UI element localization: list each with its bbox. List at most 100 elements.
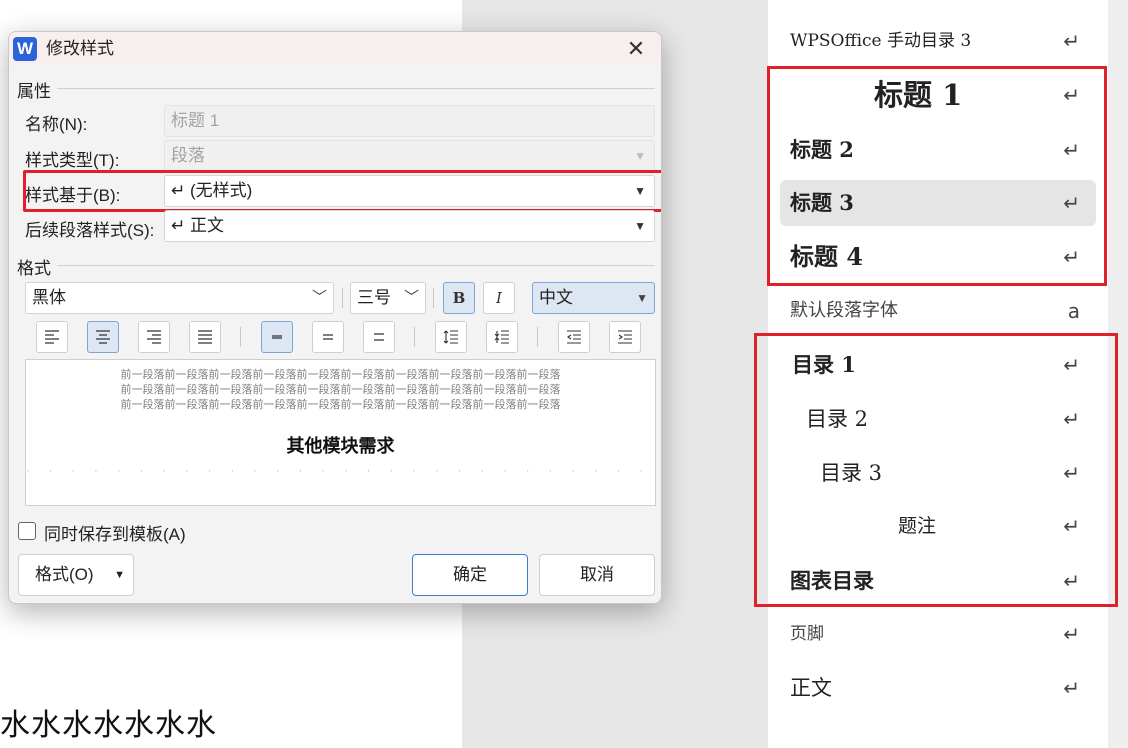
format-menu-button[interactable]: 格式(O) ▼ <box>18 554 134 596</box>
indent-increase-button[interactable] <box>609 321 641 353</box>
style-list-pane: WPSOffice 手动目录 3 ↵ 标题 1 ↵ 标题 2 ↵ 标题 3 ↵ … <box>768 0 1108 748</box>
chevron-down-icon: ﹀ <box>403 289 419 306</box>
single-spacing-button[interactable] <box>261 321 293 353</box>
dropdown-arrow-icon: ▼ <box>114 569 125 581</box>
paragraph-mark-icon: ↵ <box>1063 569 1080 593</box>
italic-icon: I <box>496 289 502 307</box>
align-right-button[interactable] <box>138 321 170 353</box>
character-style-icon: a <box>1067 299 1080 323</box>
preview-previous-paragraph: 前一段落前一段落前一段落前一段落前一段落前一段落前一段落前一段落前一段落前一段落 <box>120 384 561 396</box>
paragraph-mark-icon: ↵ <box>1063 676 1080 700</box>
paragraph-mark-icon: ↵ <box>1063 138 1080 162</box>
preview-previous-paragraph: 前一段落前一段落前一段落前一段落前一段落前一段落前一段落前一段落前一段落前一段落 <box>120 369 561 381</box>
style-item-table-of-figures[interactable]: 图表目录 ↵ <box>780 558 1096 604</box>
align-justify-button[interactable] <box>189 321 221 353</box>
style-item-caption[interactable]: 题注 ↵ <box>780 503 1096 549</box>
style-item-label: 标题 3 <box>790 190 854 215</box>
style-item-heading-3[interactable]: 标题 3 ↵ <box>780 180 1096 226</box>
toolbar-separator <box>414 327 415 347</box>
one-half-spacing-button[interactable] <box>312 321 344 353</box>
style-item-wpsoffice-toc-3[interactable]: WPSOffice 手动目录 3 ↵ <box>780 18 1096 64</box>
style-item-heading-4[interactable]: 标题 4 ↵ <box>780 234 1096 280</box>
dialog-titlebar[interactable]: W 修改样式 ✕ <box>9 32 661 66</box>
close-button[interactable]: ✕ <box>623 36 649 62</box>
chevron-down-icon: ﹀ <box>311 289 327 306</box>
paragraph-mark-icon: ↵ <box>1063 353 1080 377</box>
name-field: 标题 1 <box>164 105 655 137</box>
style-item-label: WPSOffice 手动目录 3 <box>790 31 972 51</box>
script-select[interactable]: 中文 ▼ <box>532 282 655 314</box>
style-item-default-paragraph-font[interactable]: 默认段落字体 a <box>780 288 1096 334</box>
style-item-toc-3[interactable]: 目录 3 ↵ <box>780 450 1096 496</box>
preview-previous-paragraph: 前一段落前一段落前一段落前一段落前一段落前一段落前一段落前一段落前一段落前一段落 <box>120 399 561 411</box>
paragraph-mark-icon: ↵ <box>1063 622 1080 646</box>
spacing-decrease-icon <box>494 330 509 344</box>
cancel-button[interactable]: 取消 <box>539 554 655 596</box>
single-spacing-icon <box>272 335 282 339</box>
dropdown-arrow-icon: ▼ <box>634 149 646 163</box>
style-item-label: 题注 <box>898 515 937 537</box>
font-size-value: 三号 <box>357 288 391 307</box>
script-value: 中文 <box>539 288 573 307</box>
align-center-button[interactable] <box>87 321 119 353</box>
based-on-highlight-box <box>23 170 661 212</box>
bold-icon: B <box>452 289 466 307</box>
double-spacing-button[interactable] <box>363 321 395 353</box>
style-type-select: 段落 ▼ <box>164 140 655 172</box>
style-item-heading-2[interactable]: 标题 2 ↵ <box>780 127 1096 173</box>
style-item-toc-2[interactable]: 目录 2 ↵ <box>780 396 1096 442</box>
style-item-label: 目录 1 <box>792 352 856 377</box>
align-center-icon <box>96 330 110 344</box>
paragraph-mark-icon: ↵ <box>1063 245 1080 269</box>
wps-writer-logo-icon: W <box>13 37 37 61</box>
spacing-decrease-button[interactable] <box>486 321 518 353</box>
style-type-value: 段落 <box>171 146 205 165</box>
name-field-value: 标题 1 <box>171 111 220 130</box>
style-item-normal[interactable]: 正文 ↵ <box>780 665 1096 711</box>
indent-increase-icon <box>618 330 632 344</box>
save-to-template-checkbox[interactable] <box>18 522 36 540</box>
style-item-label: 标题 1 <box>874 78 963 112</box>
format-section-header: 格式 <box>17 259 51 278</box>
ok-button[interactable]: 确定 <box>412 554 528 596</box>
style-item-heading-1[interactable]: 标题 1 ↵ <box>780 72 1096 118</box>
style-item-label: 页脚 <box>790 624 824 644</box>
font-size-select[interactable]: 三号 ﹀ <box>350 282 426 314</box>
style-item-label: 标题 2 <box>790 137 854 162</box>
font-select[interactable]: 黑体 ﹀ <box>25 282 334 314</box>
name-label: 名称(N): <box>25 115 88 134</box>
style-preview: 前一段落前一段落前一段落前一段落前一段落前一段落前一段落前一段落前一段落前一段落… <box>25 359 656 506</box>
style-item-toc-1[interactable]: 目录 1 ↵ <box>780 342 1096 388</box>
dialog-title: 修改样式 <box>46 39 114 58</box>
style-item-label: 标题 4 <box>790 242 864 271</box>
toolbar-separator <box>342 288 343 308</box>
next-style-label: 后续段落样式(S): <box>25 221 155 240</box>
document-body-text: 水水水水水水水 <box>0 708 217 743</box>
paragraph-mark-icon: ↵ <box>1063 191 1080 215</box>
next-style-value: ↵ 正文 <box>171 216 224 235</box>
spacing-increase-icon <box>443 330 458 344</box>
preview-sample-text: 其他模块需求 <box>286 436 395 457</box>
format-menu-label: 格式(O) <box>35 565 94 584</box>
style-type-label: 样式类型(T): <box>25 151 120 170</box>
align-left-icon <box>45 330 59 344</box>
indent-decrease-button[interactable] <box>558 321 590 353</box>
style-pane-scrollbar[interactable] <box>1108 0 1128 748</box>
modify-style-dialog: W 修改样式 ✕ 属性 名称(N): 标题 1 样式类型(T): 段落 ▼ 样式… <box>8 31 662 604</box>
italic-button[interactable]: I <box>483 282 515 314</box>
next-style-select[interactable]: ↵ 正文 ▼ <box>164 210 655 242</box>
bold-button[interactable]: B <box>443 282 475 314</box>
style-item-label: 目录 3 <box>820 461 883 485</box>
paragraph-mark-icon: ↵ <box>1063 461 1080 485</box>
section-divider <box>57 88 655 89</box>
double-spacing-icon <box>374 333 384 341</box>
indent-decrease-icon <box>567 330 581 344</box>
spacing-increase-button[interactable] <box>435 321 467 353</box>
toolbar-separator <box>240 327 241 347</box>
paragraph-mark-icon: ↵ <box>1063 83 1080 107</box>
align-left-button[interactable] <box>36 321 68 353</box>
align-justify-icon <box>198 330 212 344</box>
toolbar-separator <box>537 327 538 347</box>
one-half-spacing-icon <box>323 334 333 340</box>
style-item-footer[interactable]: 页脚 ↵ <box>780 611 1096 657</box>
